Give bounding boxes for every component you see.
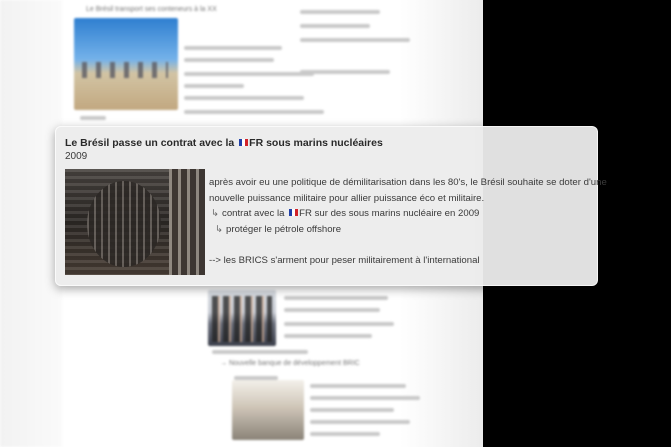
car-image xyxy=(232,380,304,440)
bg-text-line xyxy=(300,38,410,42)
bg-text-line xyxy=(310,432,380,436)
card-year: 2009 xyxy=(65,151,88,162)
description-line: après avoir eu une politique de démilita… xyxy=(209,177,607,188)
bg-heading-mid: → Nouvelle banque de développement BRIC xyxy=(220,360,360,367)
france-flag-icon xyxy=(239,139,249,146)
card-description: après avoir eu une politique de démilita… xyxy=(209,175,607,269)
bg-text-line xyxy=(184,96,304,100)
bg-text-line xyxy=(310,408,394,412)
bg-text-line xyxy=(184,46,282,50)
bg-text-line xyxy=(284,334,372,338)
bullet-text: protéger le pétrole offshore xyxy=(226,223,342,235)
bg-text-line xyxy=(80,116,106,120)
power-plant-image xyxy=(74,18,178,110)
bg-text-line xyxy=(310,384,406,388)
card-title: Le Brésil passe un contrat avec la FR so… xyxy=(65,137,383,149)
bg-text-line xyxy=(212,350,308,354)
submarine-construction-image xyxy=(65,169,205,275)
bg-text-line xyxy=(284,308,380,312)
bg-heading-top: Le Brésil transport ses conteneurs à la … xyxy=(86,6,217,13)
card-title-prefix: Le Brésil passe un contrat avec la xyxy=(65,137,235,149)
conclusion-line: --> les BRICS s'arment pour peser milita… xyxy=(209,255,480,266)
bg-text-line xyxy=(310,420,410,424)
bg-text-line xyxy=(284,322,394,326)
bg-text-line xyxy=(300,10,380,14)
description-line: nouvelle puissance militaire pour allier… xyxy=(209,192,485,204)
france-flag-icon xyxy=(289,209,299,216)
bg-text-line xyxy=(184,58,274,62)
bullet-text: FR sur des sous marins nucléaire en 2009 xyxy=(299,208,480,219)
timeline-event-card[interactable]: Le Brésil passe un contrat avec la FR so… xyxy=(55,126,607,286)
card-title-suffix: FR sous marins nucléaires xyxy=(249,137,383,149)
bullet-contract: ↳ contrat avec la FR sur des sous marins … xyxy=(209,206,607,222)
bg-text-line xyxy=(184,110,324,114)
brics-leaders-image xyxy=(208,290,276,346)
bg-text-line xyxy=(184,72,314,76)
bg-text-line xyxy=(300,70,390,74)
bg-text-line xyxy=(184,84,244,88)
arrow-icon: ↳ xyxy=(211,208,220,219)
arrow-icon: ↳ xyxy=(215,223,224,235)
bullet-oil: ↳ protéger le pétrole offshore xyxy=(209,222,607,238)
bg-text-line xyxy=(284,296,388,300)
bg-text-line xyxy=(300,24,370,28)
bullet-text: contrat avec la xyxy=(222,208,285,219)
page-gutter xyxy=(0,0,62,447)
